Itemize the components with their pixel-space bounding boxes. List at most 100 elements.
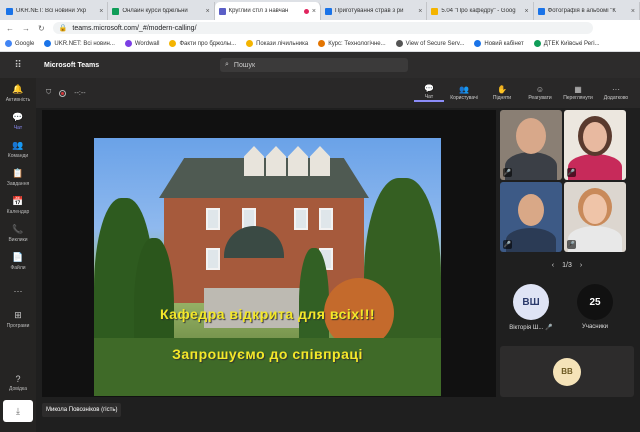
rail-item[interactable]: 👥 Команди [0, 140, 36, 159]
meeting-control-button[interactable]: ☺ Реагувати [522, 85, 558, 101]
close-tab-icon[interactable]: × [418, 8, 422, 15]
bookmark-favicon-icon [395, 40, 403, 47]
close-tab-icon[interactable]: × [631, 8, 635, 15]
close-tab-icon[interactable]: × [99, 8, 103, 15]
forward-icon[interactable]: → [22, 24, 30, 33]
bookmark-item[interactable]: Покази лічильника [246, 40, 308, 47]
participant-body [506, 228, 556, 252]
rail-item[interactable]: 💬 Чат [0, 112, 36, 131]
meeting-control-button[interactable]: ··· Додатково [598, 85, 634, 101]
rail-label: Довідка [9, 386, 27, 392]
participant-video[interactable]: 🎤 [564, 182, 626, 252]
rail-label: Календар [6, 209, 30, 215]
bookmark-item[interactable]: UKR.NET: Всі новин... [44, 40, 115, 47]
apps-icon: ⊞ [14, 310, 22, 320]
tab-title: Онлайн курси бджільни [122, 8, 188, 14]
tab-title: Круглий стіл з навчан [228, 8, 289, 14]
chat-icon: 💬 [424, 84, 434, 93]
browser-tab[interactable]: 5.04 "Про кафедру" - Goog × [427, 2, 534, 20]
browser-tab[interactable]: Онлайн курси бджільни × [108, 2, 215, 20]
close-tab-icon[interactable]: × [206, 8, 210, 15]
rail-label: Чат [13, 125, 23, 131]
meeting-timer: --:-- [74, 89, 86, 97]
bookmark-favicon-icon [246, 40, 254, 47]
lock-icon: 🔒 [58, 25, 68, 32]
bookmark-item[interactable]: ДТЕК Київські Регі... [533, 40, 600, 47]
browser-tab[interactable]: UKR.NET: Всі новини Укр × [2, 2, 109, 20]
photo-window [294, 208, 308, 230]
meeting-control-button[interactable]: ▦ Переглянути [560, 85, 596, 101]
bookmark-favicon-icon [318, 40, 326, 47]
participant-face [516, 118, 546, 154]
close-tab-icon[interactable]: × [312, 8, 316, 15]
rail-item[interactable]: ? Довідка [0, 374, 36, 392]
url-field[interactable]: 🔒 teams.microsoft.com/_#/modern-calling/ [52, 22, 593, 34]
teams-icon: 👥 [12, 140, 24, 150]
meeting-control-button[interactable]: 👥 Користувачі [446, 85, 482, 101]
meeting-controls: 💬 Чат 👥 Користувачі ✋ Підняти ☺ Реагувати ▦ Перег… [414, 78, 634, 108]
page-indicator: 1/3 [562, 262, 572, 269]
bookmark-favicon-icon [533, 40, 541, 47]
bookmarks-bar: Google UKR.NET: Всі новин... Wordwall Факти… [0, 36, 640, 52]
bookmark-item[interactable]: Факти про бджолы... [169, 40, 236, 47]
back-icon[interactable]: ← [6, 24, 14, 33]
meeting-control-button[interactable]: ✋ Підняти [484, 85, 520, 101]
participant-video[interactable]: 🎤 [500, 110, 562, 180]
bookmark-label: UKR.NET: Всі новин... [54, 40, 115, 47]
participant-count-tile[interactable]: 25 Учасники [564, 284, 626, 340]
teams-header: ⠿ Microsoft Teams ⌕ Пошук [0, 52, 640, 78]
search-icon: ⌕ [225, 61, 229, 68]
tab-favicon-icon [218, 7, 226, 15]
meeting-control-button[interactable]: 💬 Чат [414, 84, 444, 102]
bookmark-item[interactable]: Курс: Технологічне... [318, 40, 386, 47]
participant-body [568, 154, 622, 180]
rail-item[interactable]: 🔔 Активність [0, 84, 36, 103]
rail-item[interactable]: 📞 Виклики [0, 224, 36, 243]
files-icon: 📄 [12, 252, 24, 262]
calls-icon: 📞 [12, 224, 24, 234]
browser-tab[interactable]: Приготування страв з ри × [321, 2, 428, 20]
control-label: Переглянути [563, 95, 593, 101]
participant-video[interactable]: 🎤 [500, 182, 562, 252]
bookmark-item[interactable]: View of Secure Serv... [395, 40, 464, 47]
participant-avatar-tile[interactable]: ВШ Вікторія Ш... 🎤 [500, 284, 562, 340]
close-tab-icon[interactable]: × [525, 8, 529, 15]
people-icon: 👥 [459, 85, 469, 94]
rail-item[interactable]: 📋 Завдання [0, 168, 36, 187]
bookmark-label: Курс: Технологічне... [328, 40, 386, 47]
browser-tab-bar: UKR.NET: Всі новини Укр × Онлайн курси бдж… [0, 0, 640, 20]
rail-item[interactable]: ⊞ Програми [0, 310, 36, 329]
chevron-right-icon[interactable]: › [580, 262, 582, 269]
participant-video[interactable]: 🎤 [564, 110, 626, 180]
bookmark-label: Google [15, 40, 35, 47]
caption-line-1: Кафедра відкрита для всіх!!! [159, 306, 376, 322]
bookmark-item[interactable]: Google [5, 40, 34, 47]
download-icon[interactable]: ⤓ [3, 400, 33, 422]
control-label: Підняти [492, 95, 512, 101]
recording-indicator-icon [303, 8, 309, 14]
self-view[interactable]: ВВ [500, 346, 634, 397]
photo-window [206, 208, 220, 230]
bookmark-label: Покази лічильника [256, 40, 309, 47]
rail-item[interactable]: 📅 Календар [0, 196, 36, 215]
rail-item[interactable]: ··· [0, 286, 36, 298]
control-label: Додатково [603, 95, 629, 101]
rail-item[interactable]: 📄 Файли [0, 252, 36, 271]
rail-label: Завдання [6, 181, 30, 187]
browser-tab[interactable]: Фотографія в альбомі "К × [534, 2, 640, 20]
browser-tab[interactable]: Круглий стіл з навчан × [214, 2, 321, 20]
bell-icon: 🔔 [12, 84, 24, 94]
tab-favicon-icon [6, 7, 13, 15]
bookmark-label: Новий кабінет [484, 40, 524, 47]
avatar-label: Вікторія Ш... 🎤 [509, 324, 553, 332]
bookmark-item[interactable]: Новий кабінет [474, 40, 524, 47]
tab-title: Приготування страв з ри [334, 8, 404, 14]
app-launcher-icon[interactable]: ⠿ [0, 60, 36, 71]
participant-face [583, 194, 607, 224]
participant-face [518, 194, 544, 226]
shield-icon: ⛉ [46, 89, 52, 96]
reload-icon[interactable]: ↻ [38, 24, 45, 33]
bookmark-item[interactable]: Wordwall [124, 40, 159, 47]
search-input[interactable]: ⌕ Пошук [220, 58, 408, 72]
chevron-left-icon[interactable]: ‹ [552, 262, 554, 269]
